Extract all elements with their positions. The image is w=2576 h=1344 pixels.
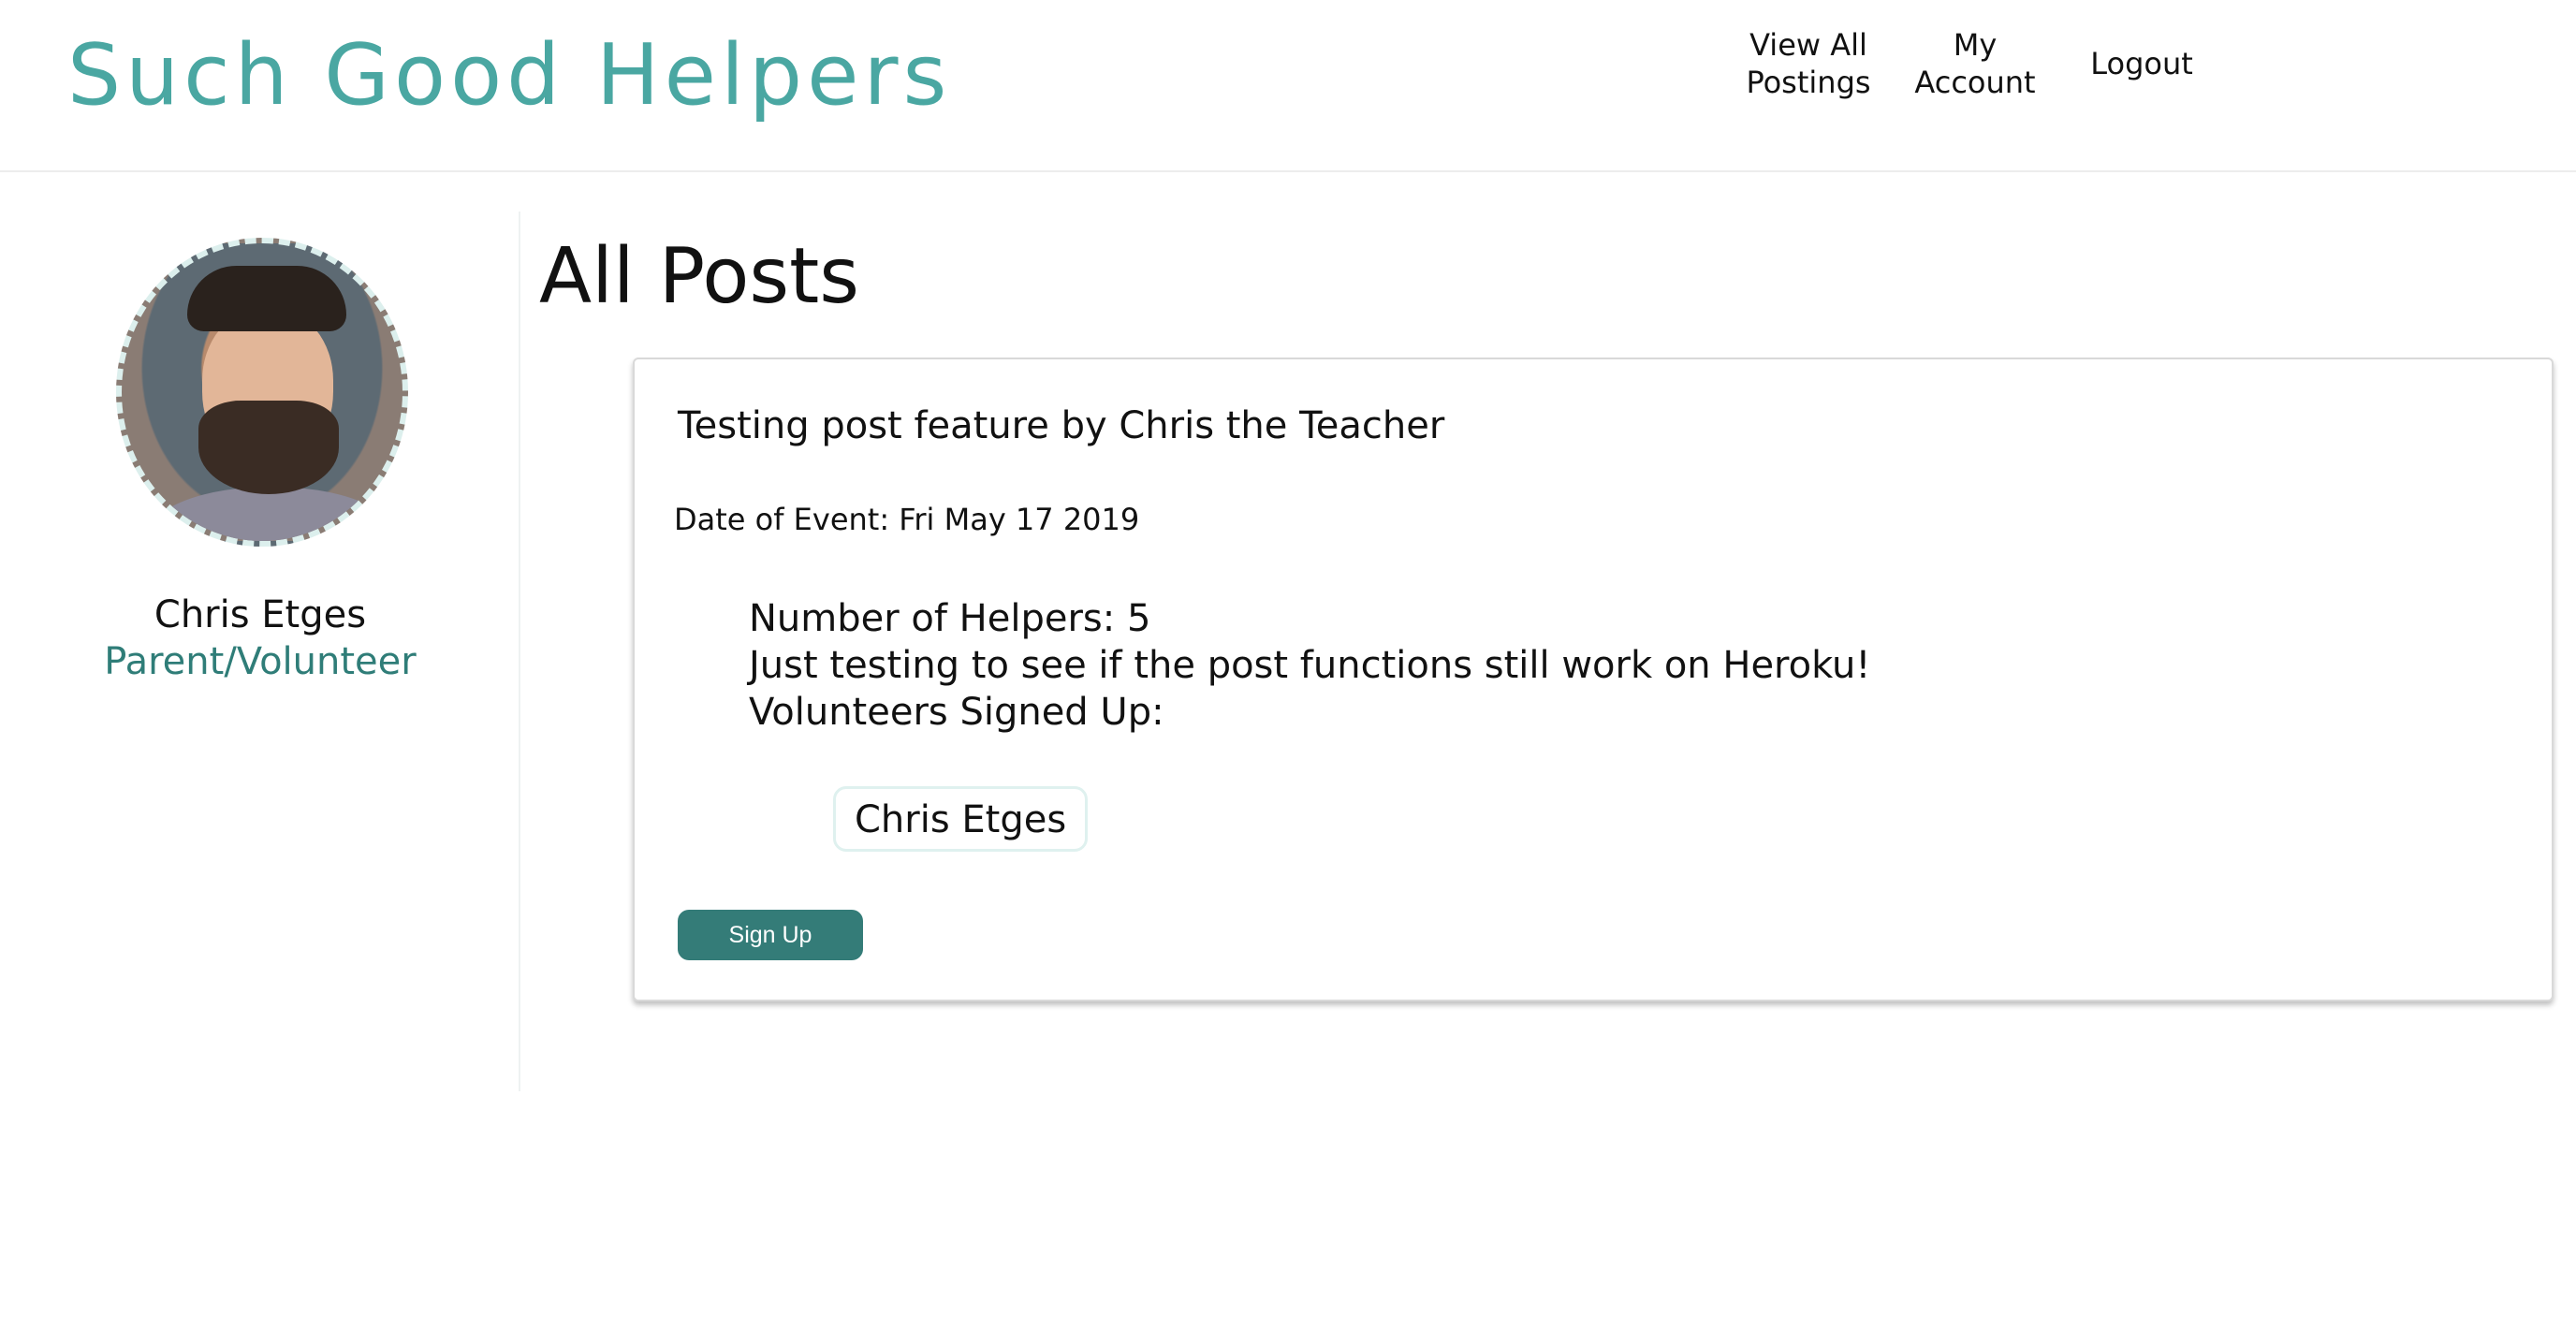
post-helpers-count: Number of Helpers: 5	[749, 597, 1151, 640]
avatar-shirt	[150, 487, 393, 541]
brand-logo-text[interactable]: Such Good Helpers	[67, 26, 951, 124]
volunteers-label: Volunteers Signed Up:	[749, 691, 1164, 734]
top-header: Such Good Helpers View All Postings My A…	[0, 0, 2576, 172]
post-card: Testing post feature by Chris the Teache…	[633, 358, 2554, 1001]
avatar	[116, 238, 408, 547]
user-role: Parent/Volunteer	[104, 640, 417, 683]
nav-my-account[interactable]: My Account	[1898, 26, 2052, 101]
post-description: Just testing to see if the post function…	[749, 644, 1871, 687]
profile-sidebar: Chris Etges Parent/Volunteer	[0, 212, 520, 1091]
avatar-beard	[198, 401, 339, 494]
nav-logout[interactable]: Logout	[2076, 45, 2207, 82]
page-title: All Posts	[539, 232, 860, 321]
post-details: Number of Helpers: 5 Just testing to see…	[749, 595, 1870, 736]
avatar-hair	[187, 266, 346, 331]
post-title: Testing post feature by Chris the Teache…	[678, 404, 1445, 447]
user-name: Chris Etges	[154, 593, 367, 636]
volunteer-chip: Chris Etges	[833, 786, 1089, 852]
sign-up-button[interactable]: Sign Up	[678, 910, 863, 960]
post-event-date: Date of Event: Fri May 17 2019	[674, 502, 1140, 537]
nav-view-all-postings[interactable]: View All Postings	[1724, 26, 1893, 101]
